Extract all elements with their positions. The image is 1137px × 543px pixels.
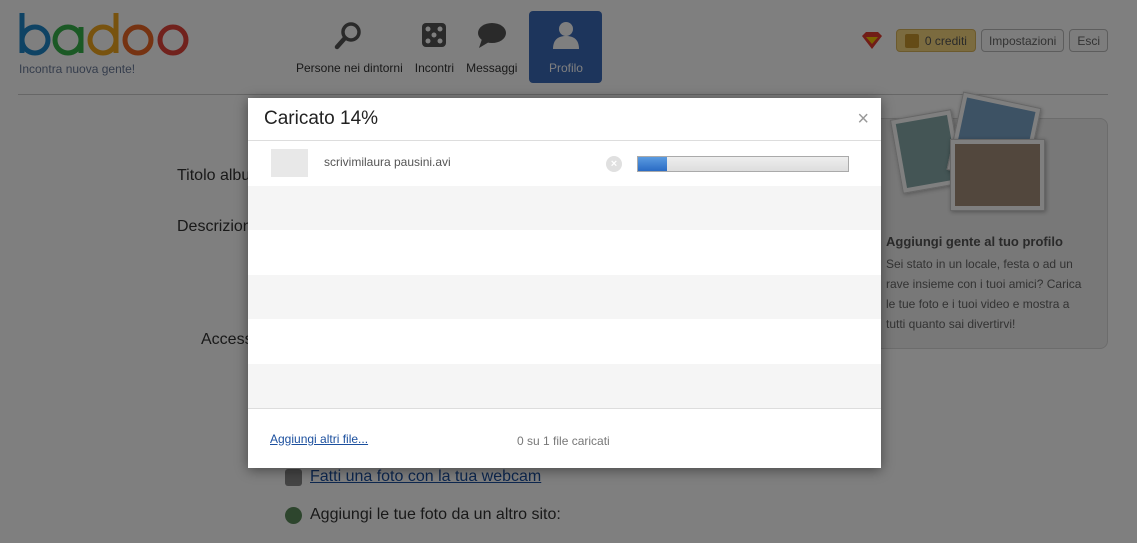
file-row: scrivimilaura pausini.avi ×	[248, 141, 881, 186]
empty-row	[248, 319, 881, 364]
upload-progress-bar	[637, 156, 849, 172]
empty-row	[248, 185, 881, 230]
progress-fill	[638, 157, 668, 171]
dialog-header: Caricato 14% ×	[248, 98, 881, 141]
add-more-files-link[interactable]: Aggiungi altri file...	[270, 432, 368, 446]
upload-dialog: Caricato 14% × scrivimilaura pausini.avi…	[248, 98, 881, 468]
dialog-footer: Aggiungi altri file... 0 su 1 file caric…	[248, 408, 881, 468]
close-icon[interactable]: ×	[857, 109, 869, 129]
remove-file-icon[interactable]: ×	[606, 156, 622, 172]
file-list: scrivimilaura pausini.avi ×	[248, 141, 881, 408]
upload-count: 0 su 1 file caricati	[517, 434, 610, 448]
file-name: scrivimilaura pausini.avi	[324, 155, 451, 169]
empty-row	[248, 274, 881, 319]
empty-row	[248, 230, 881, 275]
file-thumbnail	[271, 149, 308, 177]
dialog-title: Caricato 14%	[264, 108, 379, 129]
empty-row	[248, 363, 881, 408]
